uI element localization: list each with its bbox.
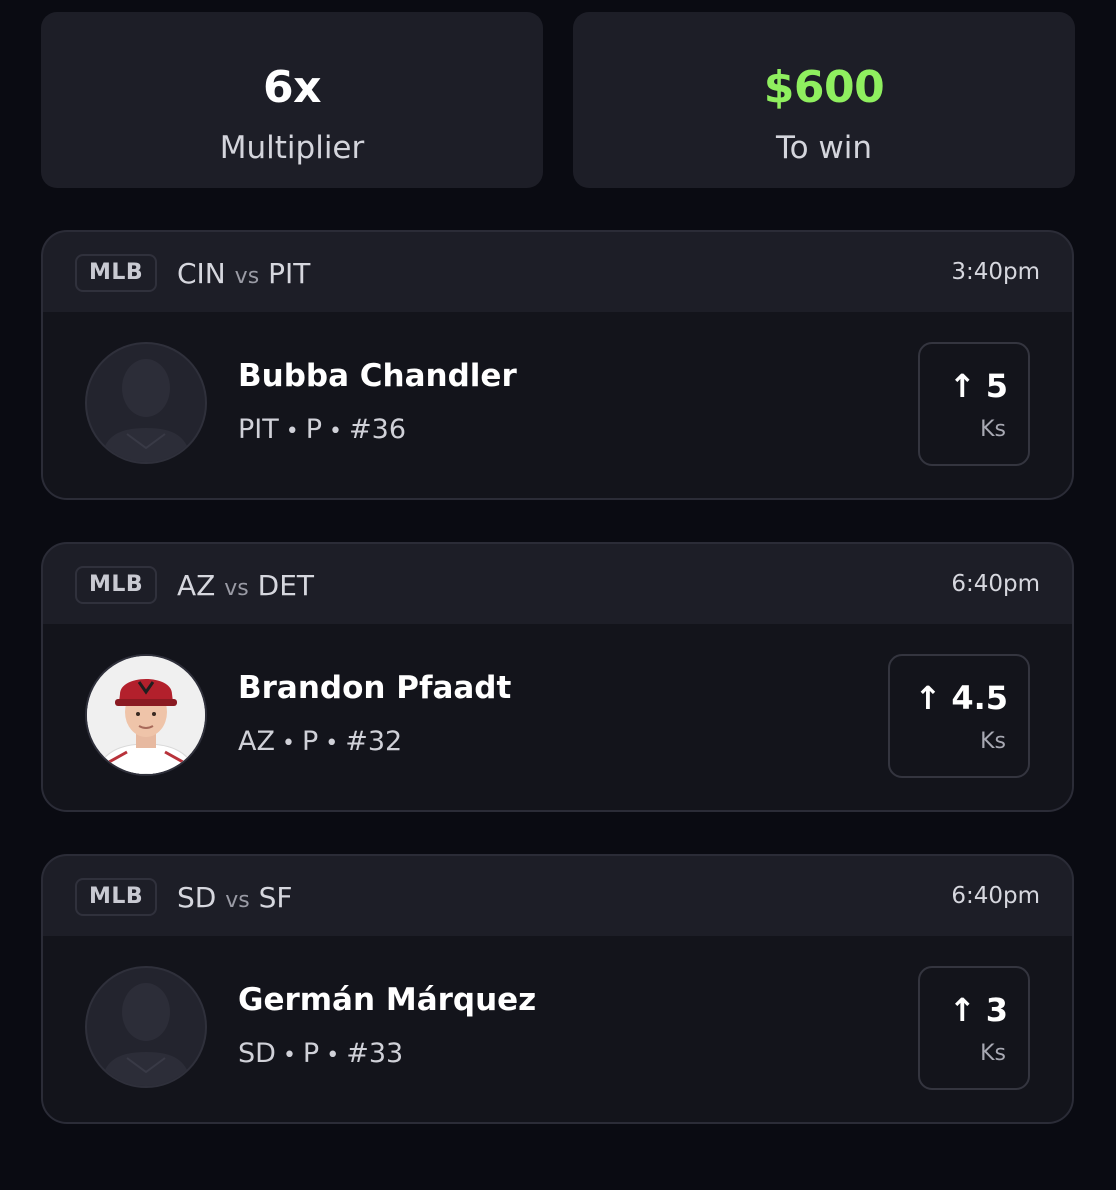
- line-value: 4.5: [951, 679, 1008, 717]
- team-b: DET: [257, 569, 314, 602]
- player-meta: SD • P • #33: [238, 1036, 403, 1074]
- league-badge: MLB: [75, 566, 158, 604]
- line-value: 3: [985, 991, 1008, 1029]
- team-a: CIN: [177, 257, 226, 290]
- separator-dot: •: [282, 1043, 296, 1068]
- pick-body: Brandon Pfaadt AZ • P • #32 ↑ 4.5 Ks: [43, 624, 1072, 810]
- stat-line: ↑ 3: [949, 990, 1008, 1030]
- pick-body: Bubba Chandler PIT • P • #36 ↑ 5 Ks: [43, 312, 1072, 498]
- separator-dot: •: [325, 731, 339, 756]
- player-team: SD: [238, 1038, 276, 1069]
- stat-line: ↑ 4.5: [915, 678, 1009, 718]
- stat-line-button[interactable]: ↑ 5 Ks: [918, 342, 1030, 466]
- player-position: P: [301, 726, 319, 757]
- multiplier-value: 6x: [263, 62, 322, 113]
- player-meta: AZ • P • #32: [238, 724, 402, 762]
- to-win-label: To win: [775, 130, 873, 166]
- stat-line-button[interactable]: ↑ 3 Ks: [918, 966, 1030, 1090]
- multiplier-label: Multiplier: [219, 130, 365, 166]
- player-number: #32: [345, 726, 403, 757]
- player-avatar: [85, 654, 207, 776]
- player-team: PIT: [238, 414, 279, 445]
- team-b: PIT: [268, 257, 311, 290]
- line-value: 5: [985, 367, 1008, 405]
- separator-dot: •: [285, 419, 299, 444]
- vs-label: vs: [234, 264, 260, 289]
- pick-card[interactable]: MLB CIN vs PIT 3:40pm Bubba Chandler PIT…: [41, 230, 1074, 500]
- player-position: P: [302, 1038, 320, 1069]
- silhouette-icon: [101, 359, 191, 462]
- pick-header: MLB AZ vs DET 6:40pm: [43, 544, 1072, 624]
- stat-unit: Ks: [980, 417, 1006, 442]
- league-badge: MLB: [75, 878, 158, 916]
- game-time: 6:40pm: [951, 571, 1040, 597]
- multiplier-card: 6x Multiplier: [41, 12, 543, 188]
- matchup: AZ vs DET: [177, 566, 314, 609]
- player-avatar: [85, 966, 207, 1088]
- arrow-up-icon: ↑: [948, 991, 976, 1029]
- pick-body: Germán Márquez SD • P • #33 ↑ 3 Ks: [43, 936, 1072, 1122]
- pick-card[interactable]: MLB AZ vs DET 6:40pm Brandon Pfaadt AZ •…: [41, 542, 1074, 812]
- stat-unit: Ks: [980, 1041, 1006, 1066]
- silhouette-icon: [101, 983, 191, 1086]
- arrow-up-icon: ↑: [914, 679, 942, 717]
- pick-header: MLB SD vs SF 6:40pm: [43, 856, 1072, 936]
- stat-line-button[interactable]: ↑ 4.5 Ks: [888, 654, 1030, 778]
- to-win-card: $600 To win: [573, 12, 1075, 188]
- matchup: CIN vs PIT: [177, 254, 310, 297]
- vs-label: vs: [225, 888, 250, 913]
- arrow-up-icon: ↑: [948, 367, 976, 405]
- pick-header: MLB CIN vs PIT 3:40pm: [43, 232, 1072, 312]
- game-time: 6:40pm: [951, 883, 1040, 909]
- stat-unit: Ks: [980, 729, 1006, 754]
- to-win-value: $600: [763, 62, 885, 113]
- team-a: AZ: [177, 569, 216, 602]
- separator-dot: •: [281, 731, 295, 756]
- separator-dot: •: [329, 419, 343, 444]
- player-name: Bubba Chandler: [238, 358, 517, 394]
- separator-dot: •: [326, 1043, 340, 1068]
- player-name: Brandon Pfaadt: [238, 670, 512, 706]
- team-b: SF: [258, 881, 293, 914]
- vs-label: vs: [224, 576, 249, 601]
- player-avatar: [85, 342, 207, 464]
- player-number: #33: [346, 1038, 404, 1069]
- pick-card[interactable]: MLB SD vs SF 6:40pm Germán Márquez SD • P •…: [41, 854, 1074, 1124]
- league-badge: MLB: [75, 254, 158, 292]
- stat-line: ↑ 5: [949, 366, 1008, 406]
- player-position: P: [305, 414, 323, 445]
- matchup: SD vs SF: [177, 878, 293, 921]
- player-team: AZ: [238, 726, 275, 757]
- game-time: 3:40pm: [951, 259, 1040, 285]
- player-meta: PIT • P • #36: [238, 412, 406, 450]
- player-number: #36: [349, 414, 406, 445]
- team-a: SD: [177, 881, 217, 914]
- player-name: Germán Márquez: [238, 982, 537, 1018]
- player-headshot-icon: [87, 656, 205, 774]
